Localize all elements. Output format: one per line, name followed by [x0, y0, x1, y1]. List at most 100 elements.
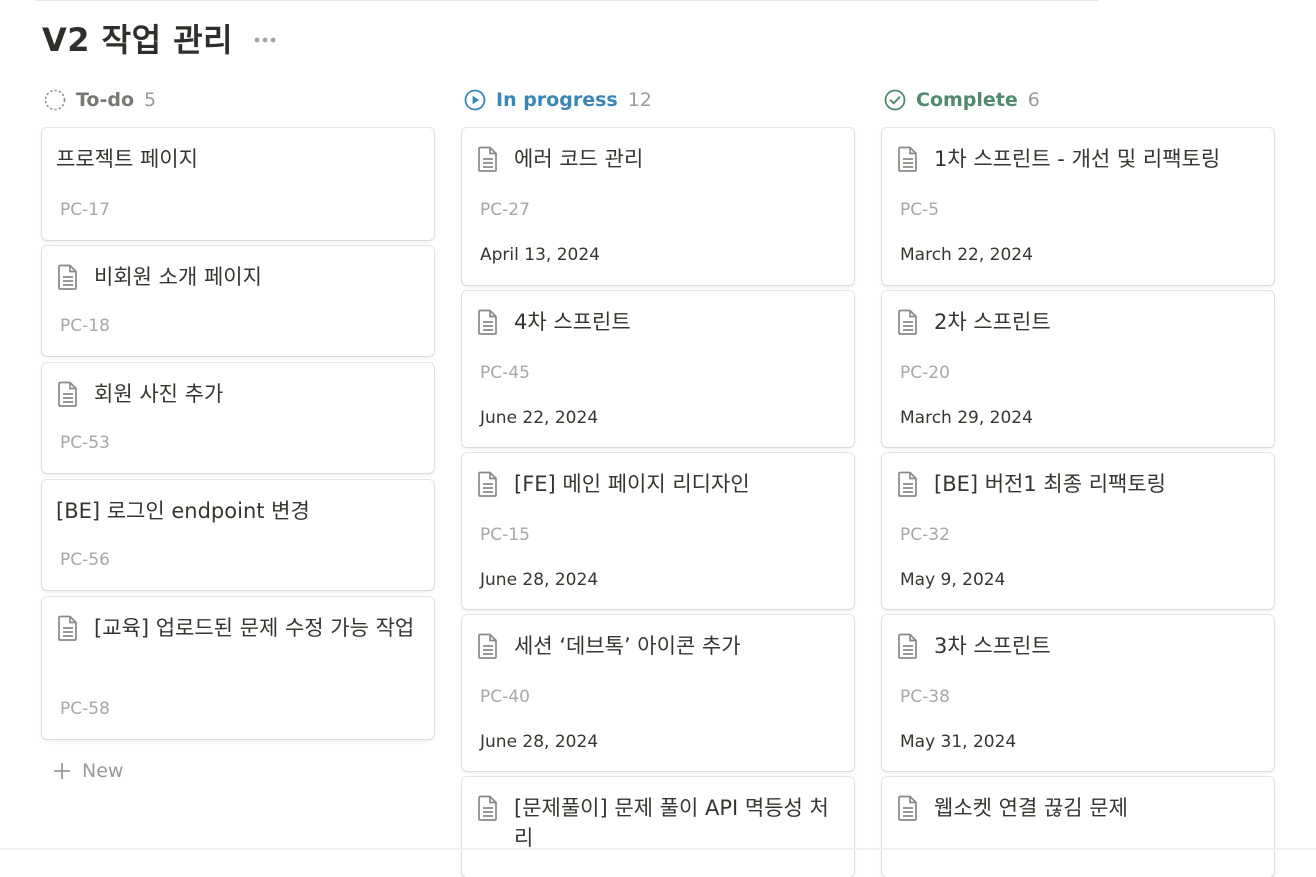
column-count: 6: [1027, 89, 1040, 111]
card-title: 1차 스프린트 - 개선 및 리팩토링: [896, 144, 1258, 174]
column-name: In progress: [496, 89, 618, 111]
document-icon: [898, 309, 917, 335]
card-id: PC-38: [900, 687, 950, 707]
column-count: 12: [627, 89, 652, 111]
more-options-button[interactable]: [253, 28, 277, 52]
ellipsis-icon: [254, 37, 276, 43]
card-id: PC-15: [480, 525, 530, 545]
column-name: To-do: [76, 89, 135, 111]
task-card[interactable]: 비회원 소개 페이지 PC-18: [42, 246, 434, 356]
task-card[interactable]: [BE] 로그인 endpoint 변경 PC-56: [42, 480, 434, 590]
column-header-complete[interactable]: Complete 6: [882, 84, 1274, 116]
document-icon: [478, 309, 497, 335]
card-id: PC-17: [60, 200, 110, 220]
card-id: PC-53: [60, 433, 110, 453]
card-title-text: [BE] 버전1 최종 리팩토링: [934, 472, 1167, 496]
card-id: PC-40: [480, 687, 530, 707]
card-title-text: 세션 ‘데브톡’ 아이콘 추가: [514, 634, 741, 658]
task-card[interactable]: [교육] 업로드된 문제 수정 가능 작업 PC-58: [42, 597, 434, 739]
column-todo: To-do 5 프로젝트 페이지 PC-17 비회원 소개 페이지 PC-18: [42, 84, 434, 782]
card-date: May 31, 2024: [900, 732, 1017, 752]
task-card[interactable]: 4차 스프린트 PC-45 June 22, 2024: [462, 291, 854, 447]
card-title: 3차 스프린트: [896, 631, 1258, 661]
task-card[interactable]: [문제풀이] 문제 풀이 API 멱등성 처리: [462, 777, 854, 877]
card-title-text: [교육] 업로드된 문제 수정 가능 작업: [94, 616, 415, 640]
card-title: 웹소켓 연결 끊김 문제: [896, 793, 1258, 823]
card-id: PC-20: [900, 363, 950, 383]
column-header-in-progress[interactable]: In progress 12: [462, 84, 854, 116]
document-icon: [58, 615, 77, 641]
card-id: PC-45: [480, 363, 530, 383]
card-date: June 22, 2024: [480, 408, 599, 428]
card-date: April 13, 2024: [480, 245, 600, 265]
document-icon: [898, 146, 917, 172]
task-card[interactable]: 세션 ‘데브톡’ 아이콘 추가 PC-40 June 28, 2024: [462, 615, 854, 771]
new-card-label: New: [82, 760, 124, 782]
plus-icon: [54, 763, 70, 779]
task-card[interactable]: 회원 사진 추가 PC-53: [42, 363, 434, 473]
card-title-text: 비회원 소개 페이지: [94, 265, 262, 289]
top-divider: [36, 0, 1098, 1]
document-icon: [58, 264, 77, 290]
card-title: 비회원 소개 페이지: [56, 262, 418, 292]
document-icon: [478, 471, 497, 497]
page-title: V2 작업 관리: [42, 21, 234, 59]
card-title-text: [FE] 메인 페이지 리디자인: [514, 472, 750, 496]
card-title-text: 3차 스프린트: [934, 634, 1051, 658]
card-id: PC-32: [900, 525, 950, 545]
card-title: 4차 스프린트: [476, 307, 838, 337]
card-title-text: [BE] 로그인 endpoint 변경: [56, 499, 310, 523]
card-title: [문제풀이] 문제 풀이 API 멱등성 처리: [476, 793, 838, 853]
task-card[interactable]: 1차 스프린트 - 개선 및 리팩토링 PC-5 March 22, 2024: [882, 128, 1274, 285]
column-complete: Complete 6 1차 스프린트 - 개선 및 리팩토링 PC-5 Marc…: [882, 84, 1274, 877]
card-title: 세션 ‘데브톡’ 아이콘 추가: [476, 631, 838, 661]
task-card[interactable]: [BE] 버전1 최종 리팩토링 PC-32 May 9, 2024: [882, 453, 1274, 609]
card-title: 에러 코드 관리: [476, 144, 838, 174]
card-date: June 28, 2024: [480, 570, 599, 590]
circle-dashed-icon: [44, 89, 66, 111]
play-circle-icon: [464, 89, 486, 111]
task-card[interactable]: 에러 코드 관리 PC-27 April 13, 2024: [462, 128, 854, 285]
card-title: [교육] 업로드된 문제 수정 가능 작업: [56, 613, 418, 643]
card-title-text: 2차 스프린트: [934, 310, 1051, 334]
document-icon: [478, 795, 497, 821]
card-date: March 29, 2024: [900, 408, 1033, 428]
task-card[interactable]: 2차 스프린트 PC-20 March 29, 2024: [882, 291, 1274, 447]
card-title: 프로젝트 페이지: [56, 144, 418, 174]
task-card[interactable]: [FE] 메인 페이지 리디자인 PC-15 June 28, 2024: [462, 453, 854, 609]
new-card-button[interactable]: New: [52, 760, 123, 782]
document-icon: [898, 633, 917, 659]
card-title: [FE] 메인 페이지 리디자인: [476, 469, 838, 499]
document-icon: [898, 795, 917, 821]
document-icon: [58, 381, 77, 407]
card-title-text: 프로젝트 페이지: [56, 147, 198, 171]
card-title-text: 1차 스프린트 - 개선 및 리팩토링: [934, 147, 1221, 171]
card-title: 2차 스프린트: [896, 307, 1258, 337]
column-name: Complete: [916, 89, 1018, 111]
card-date: March 22, 2024: [900, 245, 1033, 265]
column-count: 5: [144, 89, 157, 111]
card-title-text: 회원 사진 추가: [94, 382, 224, 406]
card-id: PC-56: [60, 550, 110, 570]
card-title-text: 4차 스프린트: [514, 310, 631, 334]
check-circle-icon: [884, 89, 906, 111]
document-icon: [898, 471, 917, 497]
column-in-progress: In progress 12 에러 코드 관리 PC-27 April 13, …: [462, 84, 854, 877]
document-icon: [478, 146, 497, 172]
task-card[interactable]: 프로젝트 페이지 PC-17: [42, 128, 434, 240]
card-id: PC-27: [480, 200, 530, 220]
card-title-text: 에러 코드 관리: [514, 147, 644, 171]
card-title-text: 웹소켓 연결 끊김 문제: [934, 796, 1128, 820]
task-card[interactable]: 웹소켓 연결 끊김 문제: [882, 777, 1274, 877]
card-id: PC-5: [900, 200, 940, 220]
task-card[interactable]: 3차 스프린트 PC-38 May 31, 2024: [882, 615, 1274, 771]
card-title: 회원 사진 추가: [56, 379, 418, 409]
card-title: [BE] 버전1 최종 리팩토링: [896, 469, 1258, 499]
document-icon: [478, 633, 497, 659]
column-header-todo[interactable]: To-do 5: [42, 84, 434, 116]
card-title-text: [문제풀이] 문제 풀이 API 멱등성 처리: [514, 796, 829, 850]
card-date: June 28, 2024: [480, 732, 599, 752]
card-title: [BE] 로그인 endpoint 변경: [56, 496, 418, 526]
card-date: May 9, 2024: [900, 570, 1006, 590]
page-header: V2 작업 관리: [42, 18, 277, 59]
